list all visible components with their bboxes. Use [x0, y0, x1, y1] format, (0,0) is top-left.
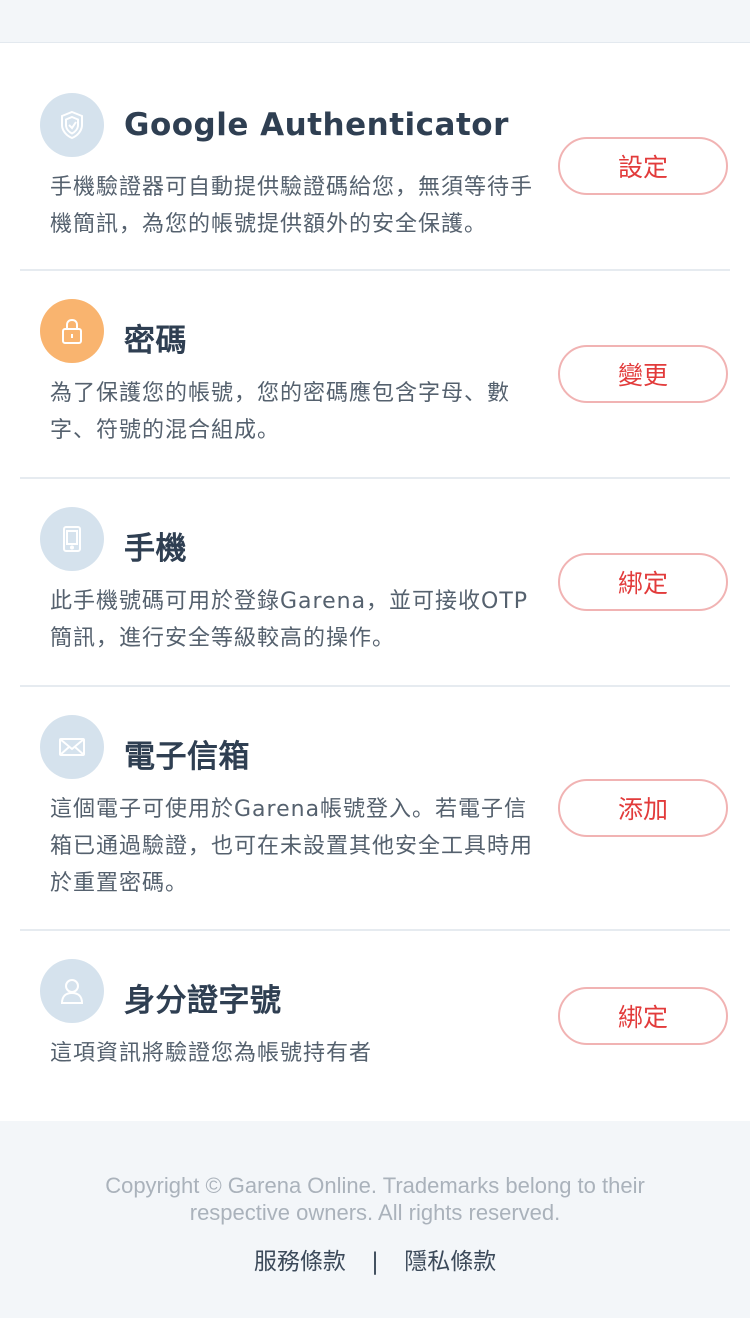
security-settings-list: Google Authenticator 手機驗證器可自動提供驗證碼給您，無須等…: [0, 43, 750, 1121]
section-title: 密碼: [124, 323, 187, 359]
security-item-google-authenticator: Google Authenticator 手機驗證器可自動提供驗證碼給您，無須等…: [20, 43, 730, 271]
section-title: 電子信箱: [124, 739, 250, 775]
bind-id-number-button[interactable]: 綁定: [558, 987, 728, 1045]
section-description: 為了保護您的帳號，您的密碼應包含字母、數字、符號的混合組成。: [50, 381, 511, 443]
section-title: Google Authenticator: [124, 107, 509, 143]
section-description: 手機驗證器可自動提供驗證碼給您，無須等待手機簡訊，為您的帳號提供額外的安全保護。: [50, 175, 534, 237]
shield-icon: [40, 93, 104, 157]
footer: Copyright © Garena Online. Trademarks be…: [0, 1122, 750, 1318]
envelope-icon: [40, 715, 104, 779]
section-description: 此手機號碼可用於登錄Garena，並可接收OTP簡訊，進行安全等級較高的操作。: [50, 589, 529, 651]
security-item-password: 密碼 為了保護您的帳號，您的密碼應包含字母、數字、符號的混合組成。 變更: [20, 271, 730, 479]
section-title: 身分證字號: [124, 983, 282, 1019]
add-email-button[interactable]: 添加: [558, 779, 728, 837]
setup-google-authenticator-button[interactable]: 設定: [558, 137, 728, 195]
footer-separator: |: [371, 1249, 379, 1275]
security-item-email: 電子信箱 這個電子可使用於Garena帳號登入。若電子信箱已通過驗證，也可在未設…: [20, 687, 730, 931]
terms-of-service-link[interactable]: 服務條款: [254, 1249, 346, 1275]
bind-phone-button[interactable]: 綁定: [558, 553, 728, 611]
lock-icon: [40, 299, 104, 363]
change-password-button[interactable]: 變更: [558, 345, 728, 403]
footer-links: 服務條款 | 隱私條款: [0, 1242, 750, 1276]
copyright-text: Copyright © Garena Online. Trademarks be…: [105, 1173, 645, 1225]
section-title: 手機: [124, 531, 187, 567]
security-item-id-number: 身分證字號 這項資訊將驗證您為帳號持有者 綁定: [20, 931, 730, 1121]
privacy-policy-link[interactable]: 隱私條款: [404, 1249, 496, 1275]
user-icon: [40, 959, 104, 1023]
top-bar: [0, 0, 750, 43]
section-description: 這項資訊將驗證您為帳號持有者: [50, 1041, 373, 1066]
section-description: 這個電子可使用於Garena帳號登入。若電子信箱已通過驗證，也可在未設置其他安全…: [50, 797, 534, 896]
phone-icon: [40, 507, 104, 571]
security-item-phone: 手機 此手機號碼可用於登錄Garena，並可接收OTP簡訊，進行安全等級較高的操…: [20, 479, 730, 687]
